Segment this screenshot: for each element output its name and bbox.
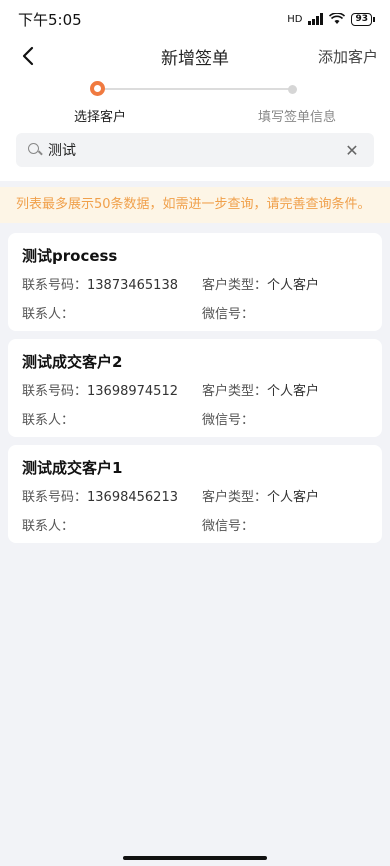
- step-dot-pending: [288, 85, 297, 94]
- customer-card[interactable]: 测试成交客户2 联系号码：13698974512 客户类型：个人客户 联系人： …: [8, 339, 382, 437]
- search-wrapper: 测试 ✕: [0, 130, 390, 181]
- clear-icon[interactable]: ✕: [342, 141, 362, 160]
- contact-label: 联系人：: [22, 307, 75, 322]
- search-icon: [28, 143, 42, 157]
- contact-field: 联系人：: [22, 303, 202, 322]
- phone-field: 联系号码：13698456213: [22, 486, 202, 505]
- nav-bar: 新增签单 添加客户: [0, 38, 390, 74]
- customer-name: 测试成交客户1: [22, 459, 123, 477]
- type-field: 客户类型：个人客户: [202, 274, 368, 293]
- search-input[interactable]: 测试 ✕: [16, 133, 374, 167]
- contact-label: 联系人：: [22, 413, 75, 428]
- card-row: 联系人： 微信号：: [22, 515, 368, 534]
- contact-field: 联系人：: [22, 409, 202, 428]
- wechat-label: 微信号：: [202, 413, 255, 428]
- wechat-label: 微信号：: [202, 307, 255, 322]
- wechat-field: 微信号：: [202, 409, 368, 428]
- wifi-icon: [329, 13, 346, 24]
- phone-value: 13698456213: [87, 490, 178, 505]
- header-area: 下午5:05 HD 93 新增签单 添加客户 选择客户 填写签单信息 测试 ✕: [0, 0, 390, 181]
- network-type: HD: [287, 13, 303, 25]
- phone-field: 联系号码：13698974512: [22, 380, 202, 399]
- type-field: 客户类型：个人客户: [202, 380, 368, 399]
- type-value: 个人客户: [267, 384, 320, 399]
- phone-label: 联系号码：: [22, 490, 88, 505]
- page-title: 新增签单: [161, 48, 229, 69]
- phone-value: 13698974512: [87, 384, 178, 399]
- status-time: 下午5:05: [18, 10, 82, 29]
- battery-icon: 93: [351, 12, 375, 26]
- step-indicator: 选择客户 填写签单信息: [0, 74, 390, 130]
- phone-label: 联系号码：: [22, 278, 88, 293]
- customer-list: 测试process 联系号码：13873465138 客户类型：个人客户 联系人…: [0, 223, 390, 543]
- type-value: 个人客户: [267, 490, 320, 505]
- type-label: 客户类型：: [202, 278, 268, 293]
- wechat-field: 微信号：: [202, 303, 368, 322]
- wechat-field: 微信号：: [202, 515, 368, 534]
- add-customer-button[interactable]: 添加客户: [318, 46, 378, 67]
- type-value: 个人客户: [267, 278, 320, 293]
- customer-card[interactable]: 测试成交客户1 联系号码：13698456213 客户类型：个人客户 联系人： …: [8, 445, 382, 543]
- card-row: 联系号码：13698974512 客户类型：个人客户: [22, 380, 368, 399]
- type-label: 客户类型：: [202, 384, 268, 399]
- card-row: 联系号码：13873465138 客户类型：个人客户: [22, 274, 368, 293]
- type-field: 客户类型：个人客户: [202, 486, 368, 505]
- phone-value: 13873465138: [87, 278, 178, 293]
- card-row: 联系号码：13698456213 客户类型：个人客户: [22, 486, 368, 505]
- notice-banner: 列表最多展示50条数据，如需进一步查询，请完善查询条件。: [0, 187, 390, 223]
- customer-name: 测试process: [22, 247, 118, 265]
- contact-field: 联系人：: [22, 515, 202, 534]
- type-label: 客户类型：: [202, 490, 268, 505]
- home-indicator[interactable]: [123, 856, 267, 860]
- customer-card[interactable]: 测试process 联系号码：13873465138 客户类型：个人客户 联系人…: [8, 233, 382, 331]
- signal-icon: [308, 13, 324, 25]
- wechat-label: 微信号：: [202, 519, 255, 534]
- card-row: 联系人： 微信号：: [22, 303, 368, 322]
- status-bar: 下午5:05 HD 93: [0, 0, 390, 38]
- phone-field: 联系号码：13873465138: [22, 274, 202, 293]
- step-label-select-customer: 选择客户: [74, 110, 127, 125]
- contact-label: 联系人：: [22, 519, 75, 534]
- chevron-left-icon: [22, 46, 34, 66]
- step-line: [104, 88, 294, 90]
- customer-name: 测试成交客户2: [22, 353, 123, 371]
- step-dot-active: [90, 81, 105, 96]
- search-value[interactable]: 测试: [48, 140, 342, 160]
- status-icons: HD 93: [287, 12, 375, 26]
- card-row: 联系人： 微信号：: [22, 409, 368, 428]
- phone-label: 联系号码：: [22, 384, 88, 399]
- back-button[interactable]: [14, 42, 42, 70]
- step-label-fill-info: 填写签单信息: [258, 110, 337, 125]
